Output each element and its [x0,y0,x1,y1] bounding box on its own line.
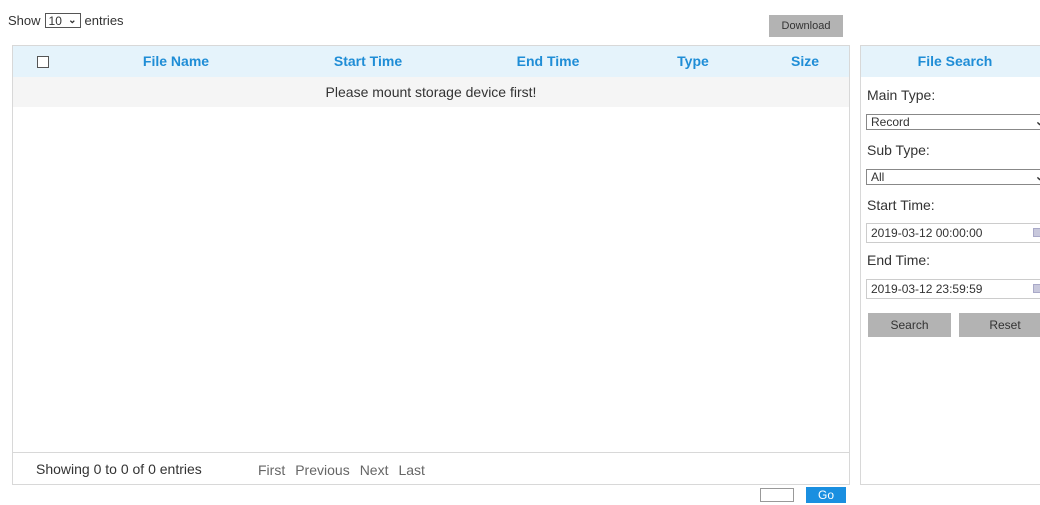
chevron-down-icon: ⌄ [68,15,77,26]
calendar-icon[interactable] [1033,228,1040,237]
main-type-label: Main Type: [867,87,936,103]
go-button[interactable]: Go [806,487,846,503]
empty-table-message: Please mount storage device first! [13,77,849,107]
start-time-value: 2019-03-12 00:00:00 [871,226,983,240]
calendar-icon[interactable] [1033,284,1040,293]
chevron-down-icon: ⌄ [1035,171,1040,183]
page-last-link[interactable]: Last [398,462,424,478]
select-all-checkbox[interactable] [37,56,49,68]
entries-select-value: 10 [48,13,62,28]
main-type-select[interactable]: Record ⌄ [866,114,1040,130]
show-label: Show [8,13,41,28]
start-time-label: Start Time: [867,197,935,213]
table-info: Showing 0 to 0 of 0 entries [36,461,202,477]
page-next-link[interactable]: Next [360,462,389,478]
sub-type-value: All [871,170,885,184]
end-time-value: 2019-03-12 23:59:59 [871,282,983,296]
page-first-link[interactable]: First [258,462,285,478]
main-type-value: Record [871,115,910,129]
sub-type-label: Sub Type: [867,142,930,158]
column-header-file-name[interactable]: File Name [108,46,244,77]
column-header-end-time[interactable]: End Time [478,46,618,77]
end-time-input[interactable]: 2019-03-12 23:59:59 [866,279,1040,299]
download-button[interactable]: Download [769,15,843,37]
column-header-start-time[interactable]: Start Time [298,46,438,77]
file-search-title: File Search [861,46,1040,77]
entries-label: entries [84,13,124,28]
table-footer-divider [13,452,849,453]
page-number-input[interactable] [760,488,794,502]
file-search-panel: File Search Main Type: Record ⌄ Sub Type… [860,45,1040,485]
column-header-size[interactable]: Size [765,46,845,77]
entries-select[interactable]: 10 ⌄ [44,13,81,28]
pagination: First Previous Next Last [258,462,425,478]
end-time-label: End Time: [867,252,931,268]
sub-type-select[interactable]: All ⌄ [866,169,1040,185]
column-header-type[interactable]: Type [653,46,733,77]
page-previous-link[interactable]: Previous [295,462,349,478]
reset-button[interactable]: Reset [959,313,1040,337]
table-header: File Name Start Time End Time Type Size [13,46,849,77]
file-table: File Name Start Time End Time Type Size … [12,45,850,485]
chevron-down-icon: ⌄ [1035,116,1040,128]
start-time-input[interactable]: 2019-03-12 00:00:00 [866,223,1040,243]
search-button[interactable]: Search [868,313,951,337]
entries-length-control: Show 10 ⌄ entries [8,13,124,28]
